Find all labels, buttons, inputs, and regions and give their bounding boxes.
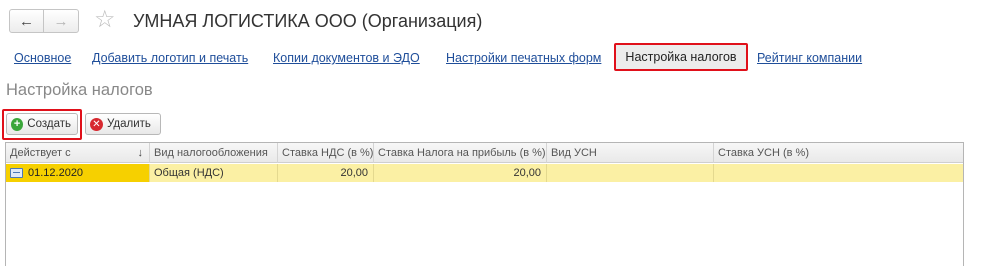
record-icon xyxy=(10,168,23,178)
cell-usn-rate[interactable] xyxy=(714,164,965,182)
column-header-usn-rate[interactable]: Ставка УСН (в %) xyxy=(714,143,965,163)
star-icon[interactable]: ☆ xyxy=(94,7,116,33)
cell-date[interactable]: 01.12.2020 xyxy=(6,164,150,182)
create-button-label: Создать xyxy=(27,118,71,130)
cell-tax-system[interactable]: Общая (НДС) xyxy=(150,164,278,182)
create-button[interactable]: + Создать xyxy=(6,113,78,135)
column-header-usn-type[interactable]: Вид УСН xyxy=(547,143,714,163)
table-header: Действует с ↓ Вид налогообложения Ставка… xyxy=(6,143,963,163)
section-title: Настройка налогов xyxy=(6,81,153,99)
cell-usn-type[interactable] xyxy=(547,164,714,182)
delete-icon: ✕ xyxy=(90,117,103,131)
tab-print-settings[interactable]: Настройки печатных форм xyxy=(446,50,601,66)
column-header-vat-rate[interactable]: Ставка НДС (в %) xyxy=(278,143,374,163)
sort-down-icon: ↓ xyxy=(137,147,144,159)
tab-doc-copies[interactable]: Копии документов и ЭДО xyxy=(273,50,420,66)
tab-tax-settings[interactable]: Настройка налогов xyxy=(614,43,748,71)
column-header-profit-tax-rate[interactable]: Ставка Налога на прибыль (в %) xyxy=(374,143,547,163)
tab-add-logo[interactable]: Добавить логотип и печать xyxy=(92,50,248,66)
delete-button-label: Удалить xyxy=(107,118,151,130)
tax-settings-table[interactable]: Действует с ↓ Вид налогообложения Ставка… xyxy=(5,142,964,266)
tab-osnovnoe[interactable]: Основное xyxy=(14,50,71,66)
window-title: УМНАЯ ЛОГИСТИКА ООО (Организация) xyxy=(133,11,483,31)
cell-vat-rate[interactable]: 20,00 xyxy=(278,164,374,182)
arrow-left-icon[interactable]: ← xyxy=(10,10,45,32)
delete-button[interactable]: ✕ Удалить xyxy=(85,113,161,135)
history-nav: ← → xyxy=(9,9,79,33)
table-row[interactable]: 01.12.2020 Общая (НДС) 20,00 20,00 xyxy=(6,164,963,182)
tab-company-rating[interactable]: Рейтинг компании xyxy=(757,50,862,66)
plus-icon: + xyxy=(11,117,24,131)
column-header-tax-system[interactable]: Вид налогообложения xyxy=(150,143,278,163)
cell-profit-tax-rate[interactable]: 20,00 xyxy=(374,164,547,182)
column-header-date[interactable]: Действует с ↓ xyxy=(6,143,150,163)
arrow-right-icon[interactable]: → xyxy=(44,10,78,32)
